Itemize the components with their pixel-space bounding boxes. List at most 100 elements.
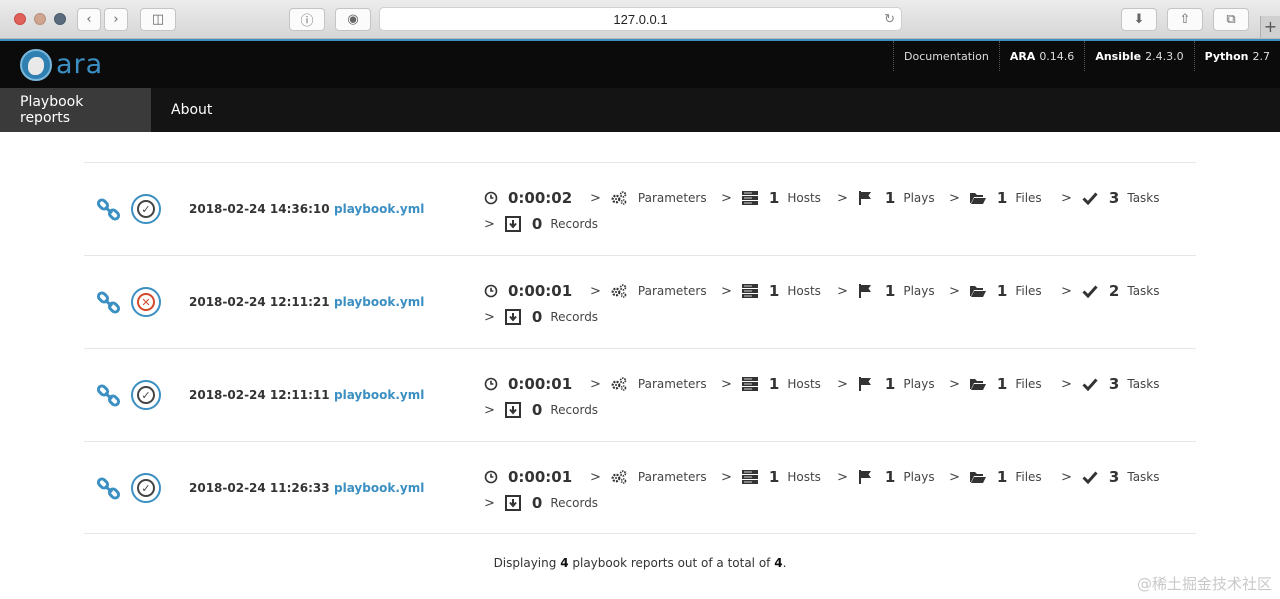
- plays-label: Plays: [903, 470, 935, 484]
- server-icon: [741, 375, 759, 393]
- permalink-icon[interactable]: [96, 383, 122, 409]
- failed-status-icon[interactable]: ✕: [131, 287, 161, 317]
- playbook-link[interactable]: playbook.yml: [334, 481, 424, 495]
- hosts-link[interactable]: > 1 Hosts: [721, 278, 821, 304]
- tabs-icon: ⧉: [1226, 12, 1236, 27]
- hosts-link[interactable]: > 1 Hosts: [721, 464, 821, 490]
- download-icon: ⬇: [1133, 12, 1145, 27]
- check-icon: [1081, 189, 1099, 207]
- report-stats: 0:00:01 > Parameters > 1 Hosts > 1 Plays…: [484, 371, 1184, 423]
- ara-logo[interactable]: ara: [20, 49, 103, 81]
- tasks-link[interactable]: > 3 Tasks: [1061, 185, 1160, 211]
- chevron-right-icon: >: [949, 376, 960, 392]
- documentation-link[interactable]: Documentation: [893, 41, 999, 71]
- report-date: 2018-02-24 11:26:33: [189, 481, 330, 495]
- version-info: Documentation ARA 0.14.6 Ansible 2.4.3.0 P…: [893, 41, 1280, 71]
- duration-value: 0:00:01: [508, 375, 573, 393]
- footer-middle: playbook reports out of a total of: [572, 556, 771, 570]
- duration: 0:00:01: [484, 278, 572, 304]
- nav-playbook-reports[interactable]: Playbook reports: [0, 88, 151, 132]
- hosts-label: Hosts: [787, 377, 821, 391]
- plays-count: 1: [884, 468, 896, 486]
- tasks-link[interactable]: > 2 Tasks: [1061, 278, 1160, 304]
- sidebar-button[interactable]: ◫: [140, 8, 176, 31]
- permalink-icon[interactable]: [96, 197, 122, 223]
- plays-link[interactable]: > 1 Plays: [837, 278, 935, 304]
- permalink-icon[interactable]: [96, 476, 122, 502]
- plays-link[interactable]: > 1 Plays: [837, 464, 935, 490]
- tasks-link[interactable]: > 3 Tasks: [1061, 464, 1160, 490]
- chevron-right-icon: >: [837, 190, 848, 206]
- parameters-label: Parameters: [637, 377, 707, 391]
- files-count: 1: [996, 375, 1008, 393]
- chevron-right-icon: >: [1061, 469, 1072, 485]
- chevron-right-icon: >: [484, 216, 495, 232]
- files-link[interactable]: > 1 Files: [949, 278, 1042, 304]
- success-status-icon[interactable]: ✓: [131, 380, 161, 410]
- hosts-count: 1: [768, 282, 780, 300]
- playbook-link[interactable]: playbook.yml: [334, 388, 424, 402]
- records-link[interactable]: > 0 Records: [484, 304, 598, 330]
- report-row[interactable]: ✓ 2018-02-24 14:36:10 playbook.yml 0:00:…: [84, 162, 1196, 255]
- address-bar[interactable]: 127.0.0.1 ↻: [379, 7, 902, 31]
- back-button[interactable]: ‹: [77, 8, 101, 31]
- plays-count: 1: [884, 375, 896, 393]
- success-status-icon[interactable]: ✓: [131, 473, 161, 503]
- new-tab-button[interactable]: +: [1260, 16, 1280, 38]
- downloads-button[interactable]: ⬇: [1121, 8, 1157, 31]
- parameters-link[interactable]: > Parameters: [590, 371, 707, 397]
- tabs-overview-button[interactable]: ⧉: [1213, 8, 1249, 31]
- download-box-icon: [504, 401, 522, 419]
- nav-label: About: [171, 102, 213, 118]
- ara-version: ARA 0.14.6: [998, 41, 1085, 71]
- playbook-link[interactable]: playbook.yml: [334, 295, 424, 309]
- files-link[interactable]: > 1 Files: [949, 185, 1042, 211]
- records-link[interactable]: > 0 Records: [484, 397, 598, 423]
- permalink-icon[interactable]: [96, 290, 122, 316]
- files-link[interactable]: > 1 Files: [949, 371, 1042, 397]
- tasks-link[interactable]: > 3 Tasks: [1061, 371, 1160, 397]
- hosts-link[interactable]: > 1 Hosts: [721, 371, 821, 397]
- server-icon: [741, 282, 759, 300]
- parameters-link[interactable]: > Parameters: [590, 278, 707, 304]
- status-mark: ✓: [137, 386, 155, 404]
- chevron-right-icon: >: [484, 495, 495, 511]
- nav-about[interactable]: About: [151, 88, 232, 132]
- folder-icon: [969, 189, 987, 207]
- tasks-label: Tasks: [1127, 377, 1160, 391]
- chevron-right-icon: >: [484, 402, 495, 418]
- files-label: Files: [1015, 284, 1042, 298]
- documentation-label: Documentation: [904, 49, 989, 63]
- reload-icon[interactable]: ↻: [884, 11, 895, 27]
- chevron-right-icon: >: [590, 283, 601, 299]
- files-label: Files: [1015, 191, 1042, 205]
- plays-link[interactable]: > 1 Plays: [837, 185, 935, 211]
- plays-link[interactable]: > 1 Plays: [837, 371, 935, 397]
- success-status-icon[interactable]: ✓: [131, 194, 161, 224]
- forward-button[interactable]: ›: [104, 8, 128, 31]
- ara-label: ARA: [1009, 49, 1036, 63]
- report-row[interactable]: ✓ 2018-02-24 11:26:33 playbook.yml 0:00:…: [84, 441, 1196, 534]
- extension-button[interactable]: ◉: [335, 8, 371, 31]
- minimize-window-button[interactable]: [34, 13, 46, 25]
- share-button[interactable]: ⇧: [1167, 8, 1203, 31]
- flag-icon: [857, 189, 875, 207]
- zoom-window-button[interactable]: [54, 13, 66, 25]
- plus-icon: +: [1263, 17, 1278, 36]
- hosts-link[interactable]: > 1 Hosts: [721, 185, 821, 211]
- reader-button[interactable]: ⓘ: [289, 8, 325, 31]
- report-row[interactable]: ✕ 2018-02-24 12:11:21 playbook.yml 0:00:…: [84, 255, 1196, 348]
- chevron-right-icon: >: [949, 190, 960, 206]
- records-link[interactable]: > 0 Records: [484, 490, 598, 516]
- files-link[interactable]: > 1 Files: [949, 464, 1042, 490]
- footer-prefix: Displaying: [493, 556, 557, 570]
- close-window-button[interactable]: [14, 13, 26, 25]
- plays-count: 1: [884, 189, 896, 207]
- parameters-link[interactable]: > Parameters: [590, 185, 707, 211]
- playbook-link[interactable]: playbook.yml: [334, 202, 424, 216]
- records-link[interactable]: > 0 Records: [484, 211, 598, 237]
- server-icon: [741, 189, 759, 207]
- parameters-link[interactable]: > Parameters: [590, 464, 707, 490]
- report-row[interactable]: ✓ 2018-02-24 12:11:11 playbook.yml 0:00:…: [84, 348, 1196, 441]
- main-nav: Playbook reports About: [0, 88, 1280, 132]
